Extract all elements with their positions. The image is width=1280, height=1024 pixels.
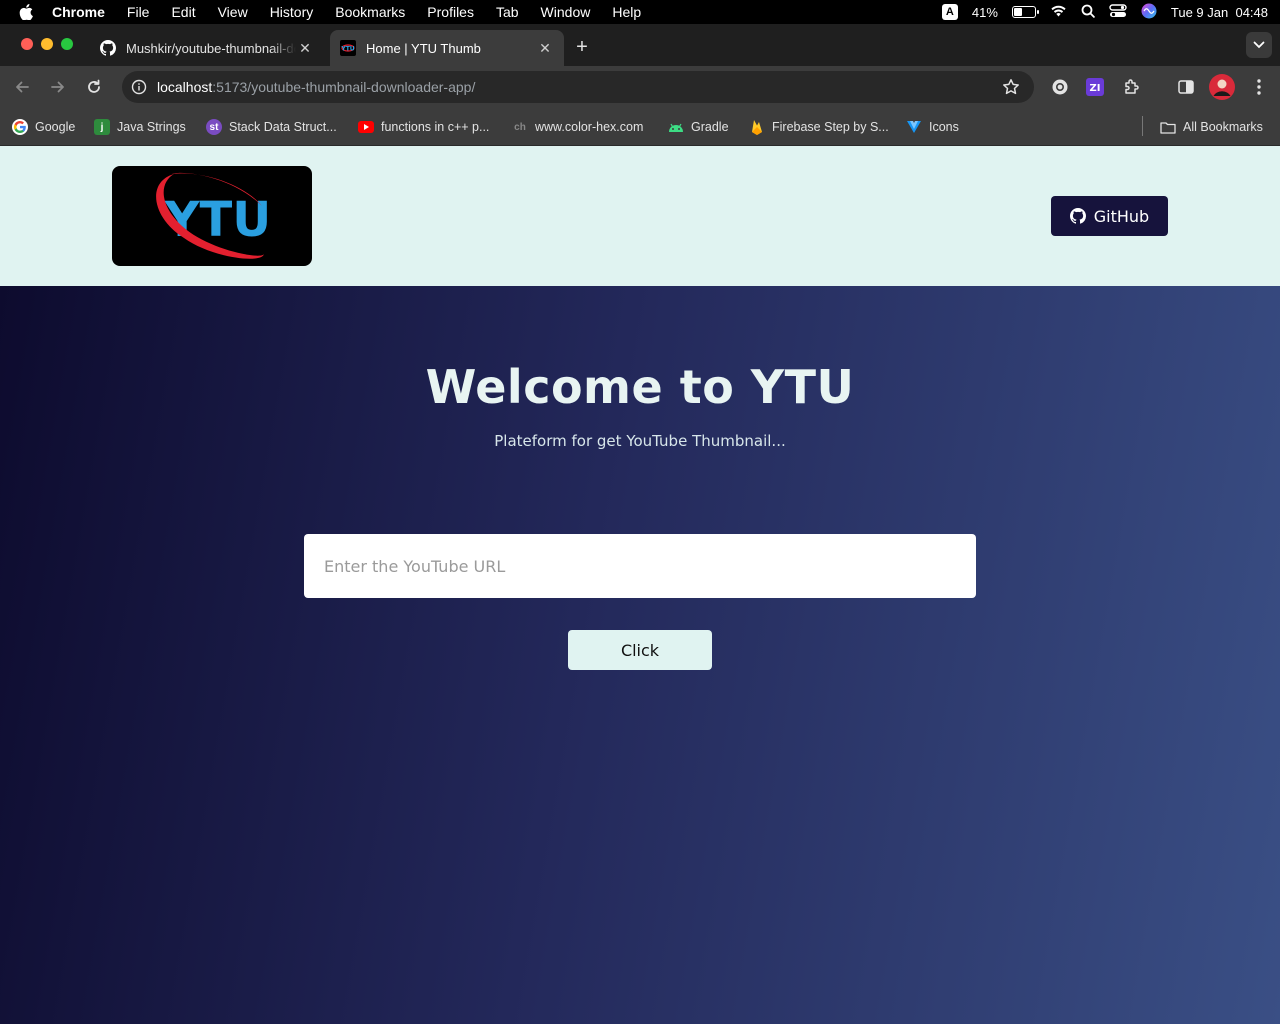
apple-menu-icon[interactable] (0, 4, 52, 20)
st-icon: st (206, 119, 222, 135)
minimize-window-button[interactable] (41, 38, 53, 50)
chevron-down-icon (1253, 41, 1265, 49)
new-tab-button[interactable]: + (572, 37, 592, 58)
close-tab-icon[interactable]: ✕ (296, 39, 314, 57)
github-icon (1069, 208, 1086, 224)
url-path: :5173/youtube-thumbnail-downloader-app/ (212, 79, 476, 95)
menu-bookmarks[interactable]: Bookmarks (335, 4, 405, 20)
control-center-icon[interactable] (1109, 3, 1127, 21)
github-button[interactable]: GitHub (1051, 196, 1168, 236)
github-button-label: GitHub (1093, 206, 1150, 226)
extension-circle-icon[interactable] (1050, 77, 1070, 97)
arrow-right-icon (51, 81, 64, 93)
battery-icon[interactable] (1011, 6, 1039, 18)
back-button[interactable] (12, 77, 32, 97)
macos-menubar: Chrome File Edit View History Bookmarks … (0, 0, 1280, 24)
url-host: localhost (157, 79, 213, 95)
bookmark-icons[interactable]: Icons (906, 118, 959, 136)
menu-history[interactable]: History (270, 4, 314, 20)
ytu-logo[interactable]: YTU (112, 166, 312, 266)
wifi-icon[interactable] (1050, 4, 1067, 20)
menu-view[interactable]: View (218, 4, 248, 20)
extensions-puzzle-icon[interactable] (1122, 77, 1142, 97)
svg-text:YTU: YTU (340, 46, 354, 53)
web-page: YTU GitHub Welcome to YTU Plateform for … (0, 146, 1280, 1024)
tab-search-button[interactable] (1246, 32, 1272, 58)
close-window-button[interactable] (21, 38, 33, 50)
menu-edit[interactable]: Edit (171, 4, 195, 20)
bookmark-star-icon[interactable] (1002, 78, 1020, 99)
forward-button[interactable] (48, 77, 68, 97)
chrome-menu-kebab-icon[interactable] (1249, 77, 1269, 97)
firebase-icon (749, 119, 765, 135)
bookmark-color-hex[interactable]: ch www.color-hex.com (512, 118, 643, 136)
profile-avatar[interactable] (1208, 73, 1236, 101)
reload-button[interactable] (84, 77, 104, 97)
bookmark-label: All Bookmarks (1183, 120, 1263, 134)
hero-subtitle: Plateform for get YouTube Thumbnail... (494, 432, 786, 450)
hero-section: Welcome to YTU Plateform for get YouTube… (0, 286, 1280, 1024)
youtube-icon (358, 121, 374, 133)
vuetify-icon (906, 119, 922, 135)
zoom-window-button[interactable] (61, 38, 73, 50)
svg-text:ZI: ZI (1090, 83, 1101, 94)
java-icon: j (94, 119, 110, 135)
siri-icon[interactable] (1141, 3, 1157, 22)
menu-help[interactable]: Help (612, 4, 641, 20)
hero-title: Welcome to YTU (425, 360, 855, 414)
menu-tab[interactable]: Tab (496, 4, 519, 20)
android-icon (668, 119, 684, 135)
battery-percent: 41% (971, 4, 998, 20)
bookmarks-divider (1142, 116, 1143, 136)
site-info-icon[interactable] (124, 79, 154, 95)
colorhex-icon: ch (514, 121, 526, 133)
bookmark-firebase[interactable]: Firebase Step by S... (749, 118, 889, 136)
side-panel-icon[interactable] (1176, 77, 1196, 97)
bookmark-label: www.color-hex.com (535, 120, 644, 134)
bookmark-google[interactable]: Google (12, 118, 75, 136)
site-header: YTU GitHub (0, 146, 1280, 286)
google-icon (12, 119, 28, 135)
github-icon (100, 40, 117, 56)
address-bar[interactable]: localhost:5173/youtube-thumbnail-downloa… (122, 71, 1034, 103)
bookmark-label: Firebase Step by S... (772, 120, 889, 134)
menu-file[interactable]: File (127, 4, 150, 20)
tab-title: Home | YTU Thumb (366, 40, 481, 56)
menu-window[interactable]: Window (541, 4, 591, 20)
youtube-url-input[interactable] (304, 534, 976, 598)
extension-zi-icon[interactable]: ZI (1085, 77, 1105, 97)
reload-icon (88, 79, 100, 93)
tab-ytu-home[interactable]: YTU Home | YTU Thumb ✕ (330, 30, 564, 66)
close-tab-icon[interactable]: ✕ (536, 39, 554, 57)
bookmarks-bar: Google j Java Strings st Stack Data Stru… (0, 108, 1280, 146)
click-button[interactable]: Click (568, 630, 712, 670)
browser-tab-strip: Mushkir/youtube-thumbnail-downloader-app… (0, 24, 1280, 66)
spotlight-search-icon[interactable] (1081, 4, 1095, 21)
logo-text: YTU (164, 192, 271, 248)
url-text: localhost:5173/youtube-thumbnail-downloa… (157, 79, 475, 95)
bookmark-label: Icons (929, 120, 959, 134)
bookmark-label: functions in c++ p... (381, 120, 490, 134)
bookmark-gradle[interactable]: Gradle (668, 118, 729, 136)
clock-datetime[interactable]: Tue 9 Jan 04:48 (1171, 5, 1268, 20)
arrow-left-icon (16, 81, 29, 93)
bookmark-stack-data-structure[interactable]: st Stack Data Struct... (206, 118, 337, 136)
window-controls (21, 38, 73, 50)
tab-github-repo[interactable]: Mushkir/youtube-thumbnail-downloader-app… (90, 30, 324, 66)
tab-title: Mushkir/youtube-thumbnail-downloader-app (126, 40, 296, 56)
bookmark-java-strings[interactable]: j Java Strings (94, 118, 186, 136)
menu-profiles[interactable]: Profiles (427, 4, 474, 20)
bookmark-label: Google (35, 120, 76, 134)
ytu-favicon-icon: YTU (340, 40, 356, 56)
bookmark-label: Gradle (691, 120, 729, 134)
menu-app-name[interactable]: Chrome (52, 4, 105, 20)
bookmark-label: Java Strings (117, 120, 186, 134)
browser-toolbar: localhost:5173/youtube-thumbnail-downloa… (0, 66, 1280, 108)
input-source-icon[interactable]: A (941, 4, 958, 20)
bookmark-label: Stack Data Struct... (229, 120, 337, 134)
bookmark-functions-cpp[interactable]: functions in c++ p... (358, 118, 489, 136)
folder-icon (1160, 119, 1176, 135)
all-bookmarks-button[interactable]: All Bookmarks (1160, 118, 1263, 136)
